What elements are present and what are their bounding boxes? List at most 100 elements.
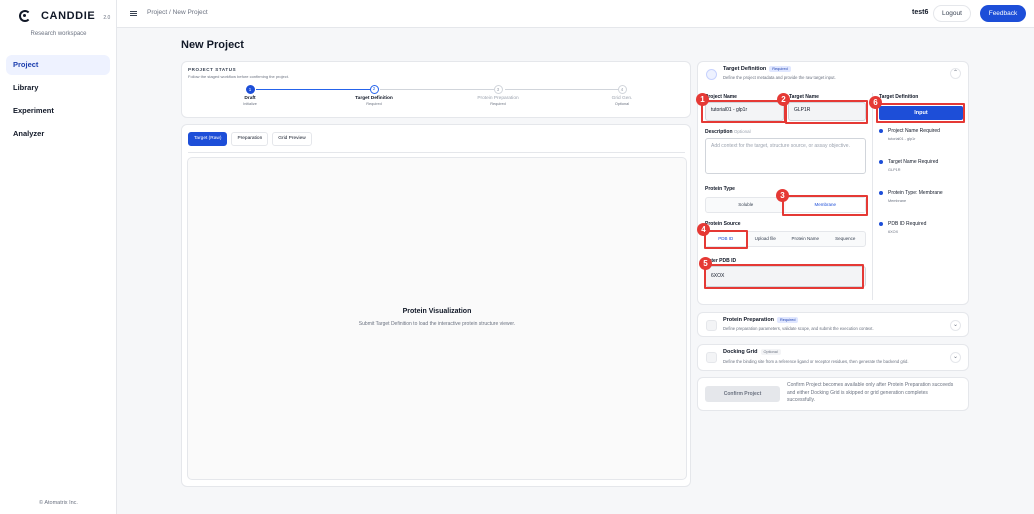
step-sub: Required — [490, 102, 506, 106]
section-title-text: Protein Preparation — [723, 317, 775, 323]
sidebar-item-library[interactable]: Library — [6, 78, 110, 98]
checklist-value: Membrane — [888, 199, 907, 203]
sidebar-item-project[interactable]: Project — [6, 55, 110, 75]
topbar: Project / New Project test6 Logout Feedb… — [117, 0, 1034, 28]
tab-target-raw[interactable]: Target (Raw) — [188, 132, 228, 146]
protein-preparation-card[interactable] — [697, 312, 969, 337]
checklist-value: 6XOX — [888, 230, 899, 234]
highlight-pdb-input — [704, 264, 864, 289]
sidebar-nav: Project Library Experiment Analyzer — [6, 55, 110, 147]
description-label-text: Description — [705, 129, 733, 135]
source-sequence[interactable]: Sequence — [825, 232, 865, 246]
step-protein-preparation: 3 Protein Preparation Required — [468, 85, 528, 106]
annotation-marker: 3 — [776, 189, 789, 202]
highlight-input-button — [876, 103, 965, 123]
step-sub: Optional — [614, 102, 630, 106]
step-label: Protein Preparation — [477, 96, 519, 101]
docking-grid-subtitle: Define the binding site from a reference… — [723, 359, 909, 364]
required-badge: Required — [777, 316, 799, 323]
highlight-project-name — [701, 100, 786, 123]
divider — [188, 152, 685, 153]
checklist-label: Target Name Required — [888, 159, 939, 165]
step-number: 4 — [617, 85, 627, 94]
tab-grid-preview[interactable]: Grid Preview — [272, 132, 312, 146]
project-status-card: PROJECT STATUS Follow the staged workflo… — [181, 61, 691, 118]
highlight-pdb-id — [704, 230, 748, 249]
checklist-value: GLP1R — [888, 168, 901, 172]
status-title: PROJECT STATUS — [188, 67, 237, 72]
page-title: New Project — [181, 39, 244, 51]
step-number: 3 — [493, 85, 503, 94]
step-label: Draft — [244, 96, 256, 101]
protein-source-label: Protein Source — [705, 221, 741, 227]
viewer-title: Protein Visualization — [402, 308, 472, 315]
confirm-note: Confirm Project becomes available only a… — [787, 382, 954, 403]
sidebar-item-experiment[interactable]: Experiment — [6, 101, 110, 121]
annotation-marker: 4 — [697, 223, 710, 236]
chevron-down-icon[interactable]: ⌄ — [950, 320, 961, 331]
description-textarea[interactable]: Add context for the target, structure so… — [705, 138, 866, 174]
status-subtitle: Follow the staged workflow before confir… — [188, 74, 289, 79]
brand[interactable]: CANDDIE 2.0 — [19, 10, 110, 22]
brand-version: 2.0 — [103, 15, 111, 21]
target-definition-title: Target Definition Required — [723, 65, 791, 72]
chevron-up-icon[interactable]: ⌃ — [950, 68, 961, 79]
optional-badge: Optional — [760, 348, 781, 355]
checklist-label: PDB ID Required — [888, 221, 927, 227]
checklist-value: tutorial01 - glp1r — [888, 137, 916, 141]
feedback-button[interactable]: Feedback — [980, 5, 1026, 22]
tab-preparation[interactable]: Preparation — [231, 132, 269, 146]
viewer-subtitle: Submit Target Definition to load the int… — [358, 321, 516, 327]
target-definition-subtitle: Define the project metadata and provide … — [723, 75, 836, 80]
annotation-marker: 6 — [869, 96, 882, 109]
target-icon — [706, 69, 717, 80]
status-dot-icon — [879, 129, 883, 133]
protein-type-soluble[interactable]: Soluble — [706, 198, 786, 212]
checklist-item: Protein Type: Membrane Membrane — [879, 190, 959, 203]
right-panel-title: Target Definition — [879, 94, 919, 100]
menu-icon[interactable] — [130, 11, 137, 16]
viewer-tabs: Target (Raw) Preparation Grid Preview — [188, 132, 312, 146]
flask-icon — [706, 320, 717, 331]
chevron-down-icon[interactable]: ⌄ — [950, 352, 961, 363]
highlight-membrane — [782, 195, 868, 216]
sidebar-item-analyzer[interactable]: Analyzer — [6, 124, 110, 144]
step-label: Grid Gen. — [611, 96, 633, 101]
sidebar: CANDDIE 2.0 Research workspace Project L… — [0, 0, 117, 514]
annotation-marker: 5 — [699, 257, 712, 270]
section-title-text: Target Definition — [723, 66, 767, 72]
logout-button[interactable]: Logout — [933, 5, 971, 22]
copyright: © Atomatrix Inc. — [39, 500, 78, 506]
viewer-card: Target (Raw) Preparation Grid Preview Pr… — [181, 124, 691, 487]
confirm-project-button[interactable]: Confirm Project — [705, 386, 780, 402]
source-protein-name[interactable]: Protein Name — [785, 232, 825, 246]
divider — [872, 93, 873, 300]
description-label: Description Optional — [705, 129, 751, 135]
source-upload-file[interactable]: Upload file — [746, 232, 786, 246]
step-label: Target Definition — [355, 96, 393, 101]
step-number: 1 — [245, 85, 255, 94]
section-title-text: Docking Grid — [723, 349, 758, 355]
annotation-marker: 1 — [696, 93, 709, 106]
canddie-logo-icon — [19, 10, 31, 22]
status-dot-icon — [879, 160, 883, 164]
protein-type-label: Protein Type — [705, 186, 735, 192]
checklist-label: Protein Type: Membrane — [888, 190, 943, 196]
step-sub: Required — [366, 102, 382, 106]
highlight-target-name — [785, 100, 868, 124]
grid-icon — [706, 352, 717, 363]
status-dot-icon — [879, 191, 883, 195]
step-draft: 1 Draft Initialize — [220, 85, 280, 106]
brand-name: CANDDIE — [41, 10, 96, 22]
protein-viewer[interactable]: Protein Visualization Submit Target Defi… — [187, 157, 687, 480]
step-sub: Initialize — [243, 102, 257, 106]
protein-preparation-title: Protein Preparation Required — [723, 316, 799, 323]
required-badge: Required — [769, 65, 791, 72]
checklist-item: Project Name Required tutorial01 - glp1r — [879, 128, 959, 141]
annotation-marker: 2 — [777, 93, 790, 106]
optional-tag: Optional — [733, 129, 751, 134]
step-target-definition: 2 Target Definition Required — [344, 85, 404, 106]
checklist-item: PDB ID Required 6XOX — [879, 221, 959, 234]
checklist-item: Target Name Required GLP1R — [879, 159, 959, 172]
docking-grid-title: Docking Grid Optional — [723, 348, 781, 355]
